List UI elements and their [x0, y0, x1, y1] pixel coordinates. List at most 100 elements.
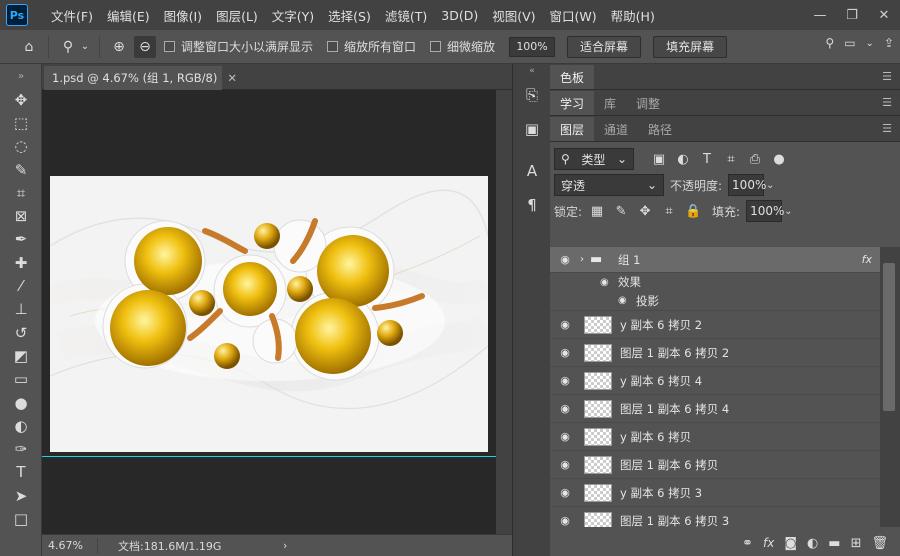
add-mask-icon[interactable]: ◙ — [784, 536, 797, 551]
document-canvas[interactable] — [50, 176, 488, 452]
collapse-icon[interactable]: « — [513, 64, 551, 78]
new-group-icon[interactable]: ▬ — [828, 536, 840, 551]
chevron-right-icon[interactable]: › — [580, 254, 590, 265]
tab-swatches[interactable]: 色板 — [550, 65, 595, 89]
scrubby-zoom-checkbox[interactable]: 细微缩放 — [430, 38, 495, 55]
type-filter-icon[interactable]: T — [698, 152, 716, 167]
frame-tool-icon[interactable]: ⊠ — [0, 204, 42, 227]
character-icon[interactable]: A — [513, 154, 551, 188]
fx-icon[interactable]: fx — [763, 536, 774, 550]
visibility-eye-icon[interactable]: ◉ — [550, 486, 580, 499]
history-brush-tool-icon[interactable]: ↺ — [0, 321, 42, 344]
effects-row[interactable]: ◉ 效果 — [550, 273, 880, 291]
lasso-tool-icon[interactable]: ◌ — [0, 135, 42, 158]
cube-icon[interactable]: ▣ — [513, 112, 551, 146]
zoom-all-windows-checkbox[interactable]: 缩放所有窗口 — [327, 38, 416, 55]
menu-select[interactable]: 选择(S) — [321, 6, 378, 25]
tab-learn[interactable]: 学习 — [550, 91, 595, 115]
shape-filter-icon[interactable]: ⌗ — [722, 152, 740, 167]
close-icon[interactable]: ✕ — [868, 0, 900, 30]
layer-row[interactable]: ◉ 图层 1 副本 6 拷贝 4 — [550, 395, 880, 423]
menu-edit[interactable]: 编辑(E) — [100, 6, 157, 25]
quick-select-tool-icon[interactable]: ✎ — [0, 158, 42, 181]
fit-screen-button[interactable]: 适合屏幕 — [567, 35, 642, 58]
layer-row[interactable]: ◉ y 副本 6 拷贝 3 — [550, 479, 880, 507]
lock-transparent-icon[interactable]: ▦ — [588, 204, 606, 219]
menu-view[interactable]: 视图(V) — [485, 6, 542, 25]
eraser-tool-icon[interactable]: ◩ — [0, 344, 42, 367]
layer-group[interactable]: ◉ › ▬ 组 1 fx — [550, 247, 880, 273]
visibility-eye-icon[interactable]: ◉ — [618, 295, 636, 306]
collapse-icon[interactable]: » — [0, 64, 42, 88]
lock-all-icon[interactable]: 🔒 — [684, 204, 702, 219]
tab-paths[interactable]: 路径 — [638, 117, 682, 141]
layer-row[interactable]: ◉ y 副本 6 拷贝 — [550, 423, 880, 451]
clone-stamp-tool-icon[interactable]: ⊥ — [0, 298, 42, 321]
filter-toggle-icon[interactable]: ● — [770, 152, 788, 167]
minimize-icon[interactable]: — — [804, 0, 836, 30]
document-tab[interactable]: 1.psd @ 4.67% (组 1, RGB/8) ✕ — [44, 66, 237, 90]
eyedropper-tool-icon[interactable]: ✒ — [0, 228, 42, 251]
lock-position-icon[interactable]: ✥ — [636, 204, 654, 219]
type-tool-icon[interactable]: T — [0, 461, 42, 484]
tab-channels[interactable]: 通道 — [594, 117, 638, 141]
menu-window[interactable]: 窗口(W) — [543, 6, 604, 25]
menu-3d[interactable]: 3D(D) — [434, 8, 485, 23]
menu-type[interactable]: 文字(Y) — [265, 6, 321, 25]
history-icon[interactable]: ⎘ — [513, 78, 551, 112]
fx-icon[interactable]: fx — [862, 253, 872, 266]
workspace-icon[interactable]: ▭ — [844, 36, 855, 50]
chevron-down-icon[interactable]: ⌄ — [866, 38, 874, 49]
new-layer-icon[interactable]: ⊞ — [851, 536, 862, 551]
menu-file[interactable]: 文件(F) — [44, 6, 100, 25]
blur-tool-icon[interactable]: ● — [0, 391, 42, 414]
layer-row[interactable]: ◉ 图层 1 副本 6 拷贝 — [550, 451, 880, 479]
layer-row[interactable]: ◉ y 副本 6 拷贝 4 — [550, 367, 880, 395]
fill-field[interactable]: 100% — [746, 200, 784, 222]
layer-row[interactable]: ◉ y 副本 6 拷贝 2 — [550, 311, 880, 339]
layer-filter-dropdown[interactable]: ⚲ 类型 ⌄ — [554, 148, 634, 170]
image-filter-icon[interactable]: ▣ — [650, 152, 668, 167]
adjustment-layer-icon[interactable]: ◐ — [807, 536, 818, 551]
canvas-area[interactable] — [42, 90, 496, 534]
brush-tool-icon[interactable]: ⁄ — [0, 274, 42, 297]
layers-scrollbar[interactable] — [880, 247, 900, 527]
fill-screen-button[interactable]: 填充屏幕 — [653, 35, 728, 58]
chevron-down-icon[interactable]: ⌄ — [79, 36, 91, 58]
tab-adjustments[interactable]: 调整 — [626, 91, 670, 115]
tab-libraries[interactable]: 库 — [594, 91, 626, 115]
opacity-field[interactable]: 100% — [728, 174, 766, 196]
menu-help[interactable]: 帮助(H) — [604, 6, 662, 25]
gradient-tool-icon[interactable]: ▭ — [0, 368, 42, 391]
move-tool-icon[interactable]: ✥ — [0, 88, 42, 111]
close-icon[interactable]: ✕ — [227, 71, 237, 85]
chevron-down-icon[interactable]: ⌄ — [784, 206, 792, 217]
marquee-tool-icon[interactable]: ⬚ — [0, 111, 42, 134]
crop-tool-icon[interactable]: ⌗ — [0, 181, 42, 204]
blend-mode-dropdown[interactable]: 穿透 ⌄ — [554, 174, 664, 196]
layer-row[interactable]: ◉ 图层 1 副本 6 拷贝 2 — [550, 339, 880, 367]
zoom-in-icon[interactable]: ⊕ — [108, 36, 130, 58]
zoom-tool-icon[interactable]: ⚲ — [57, 36, 79, 58]
visibility-eye-icon[interactable]: ◉ — [550, 430, 580, 443]
zoom-percent-field[interactable]: 100% — [509, 36, 556, 57]
panel-menu-icon[interactable]: ☰ — [882, 70, 892, 83]
chevron-right-icon[interactable]: › — [283, 539, 287, 552]
canvas-scrollbar[interactable] — [496, 90, 512, 534]
layer-row[interactable]: ◉ 图层 1 副本 6 拷贝 3 — [550, 507, 880, 527]
menu-filter[interactable]: 滤镜(T) — [378, 6, 434, 25]
tab-layers[interactable]: 图层 — [550, 117, 595, 141]
path-select-tool-icon[interactable]: ➤ — [0, 484, 42, 507]
adjustment-filter-icon[interactable]: ◐ — [674, 152, 692, 167]
chevron-down-icon[interactable]: ⌄ — [766, 180, 774, 191]
visibility-eye-icon[interactable]: ◉ — [550, 346, 580, 359]
link-layers-icon[interactable]: ⚭ — [742, 536, 753, 551]
panel-menu-icon[interactable]: ☰ — [882, 96, 892, 109]
visibility-eye-icon[interactable]: ◉ — [550, 318, 580, 331]
visibility-eye-icon[interactable]: ◉ — [550, 458, 580, 471]
visibility-eye-icon[interactable]: ◉ — [550, 253, 580, 266]
panel-menu-icon[interactable]: ☰ — [882, 122, 892, 135]
zoom-out-icon[interactable]: ⊖ — [134, 35, 156, 58]
pen-tool-icon[interactable]: ✑ — [0, 437, 42, 460]
visibility-eye-icon[interactable]: ◉ — [600, 277, 618, 288]
